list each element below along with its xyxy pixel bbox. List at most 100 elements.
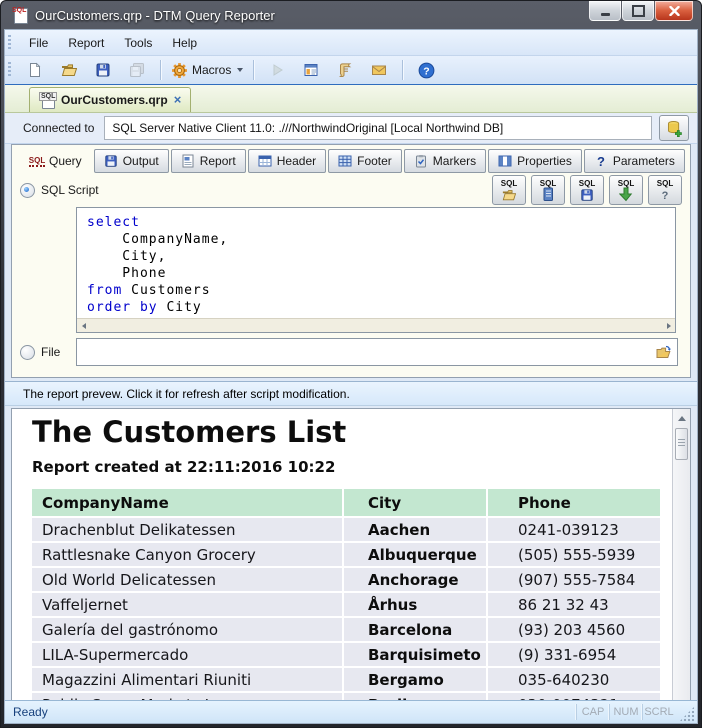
query-panel: SQLQueryOutputReportHeaderFooterMarkersP… [11, 144, 691, 378]
tab-header[interactable]: Header [248, 149, 326, 173]
arrow-down-icon [619, 188, 633, 202]
tab-parameters[interactable]: ?Parameters [584, 149, 685, 173]
menu-file[interactable]: File [19, 32, 58, 54]
sql-save-button[interactable]: SQL [570, 175, 604, 205]
code-line: from Customers [87, 282, 665, 299]
report-preview[interactable]: The Customers List Report created at 22:… [11, 408, 691, 718]
table-cell: Old World Delicatessen [32, 568, 342, 591]
table-cell: (907) 555-7584 [488, 568, 660, 591]
minimize-button[interactable] [589, 1, 621, 21]
browse-folder-icon [655, 344, 672, 361]
tab-report[interactable]: Report [171, 149, 246, 173]
sql-file-icon: SQL [39, 93, 55, 108]
question-gray-icon: ? [658, 188, 672, 202]
menu-report[interactable]: Report [58, 32, 114, 54]
scroll-right-icon[interactable] [662, 320, 675, 331]
document-tab[interactable]: SQL OurCustomers.qrp × [29, 87, 191, 112]
scroll-up-icon[interactable] [674, 411, 689, 426]
resize-grip[interactable] [679, 706, 695, 722]
preview-vscrollbar[interactable] [672, 409, 690, 717]
page-icon [27, 62, 44, 79]
svg-text:?: ? [423, 65, 429, 77]
tab-query[interactable]: SQLQuery [20, 149, 92, 173]
sql-script-radio[interactable]: SQL Script [20, 183, 99, 198]
keyboard-indicators: CAPNUMSCRL [576, 701, 675, 723]
table-cell: Anchorage [344, 568, 486, 591]
report-viewer-button[interactable] [295, 58, 327, 82]
file-radio[interactable]: File [20, 345, 76, 360]
table-cell: LILA-Supermercado [32, 643, 342, 666]
sql-insert-button[interactable]: SQL [609, 175, 643, 205]
run-button [261, 58, 293, 82]
tab-label: Query [49, 154, 82, 168]
table-cell: Drachenblut Delikatessen [32, 518, 342, 541]
table-cell: Albuquerque [344, 543, 486, 566]
floppy-icon [104, 154, 118, 168]
columns-icon [498, 154, 512, 168]
connection-label: Connected to [13, 121, 94, 135]
floppy-icon [580, 188, 594, 202]
connection-string-field[interactable]: SQL Server Native Client 11.0: .///North… [104, 116, 652, 140]
svg-text:?: ? [597, 154, 605, 169]
close-button[interactable] [655, 1, 693, 21]
database-add-icon [666, 120, 683, 137]
radio-unchecked-icon [20, 345, 35, 360]
tab-label: Output [123, 154, 159, 168]
indicator-num: NUM [609, 704, 642, 720]
app-window: SQL OurCustomers.qrp - DTM Query Reporte… [0, 0, 702, 728]
connect-button[interactable] [659, 115, 689, 141]
tab-output[interactable]: Output [94, 149, 169, 173]
query-panel-tabs: SQLQuery Output ReportHeaderFooter Markers P… [20, 149, 682, 173]
toolbar-separator [160, 60, 161, 80]
doc-blue-icon [541, 188, 555, 202]
menu-items: FileReportToolsHelp [19, 32, 207, 54]
save-button[interactable] [87, 58, 119, 82]
folder-open-icon [502, 188, 516, 202]
tab-close-icon[interactable]: × [174, 94, 182, 106]
envelope-icon [371, 62, 388, 79]
log-button[interactable] [329, 58, 361, 82]
table-cell: 0241-039123 [488, 518, 660, 541]
table-cell: Galería del gastrónomo [32, 618, 342, 641]
sql-editor[interactable]: select CompanyName, City, Phonefrom Cust… [76, 207, 676, 333]
sql-buttons: SQLSQLSQLSQLSQL? [492, 175, 682, 205]
folder-open-icon [61, 62, 78, 79]
tab-properties[interactable]: Properties [488, 149, 582, 173]
column-header: City [344, 489, 486, 516]
tab-markers[interactable]: Markers [404, 149, 486, 173]
toolbar-separator [253, 60, 254, 80]
menu-grip [8, 35, 11, 51]
menu-help[interactable]: Help [162, 32, 207, 54]
new-button[interactable] [19, 58, 51, 82]
editor-hscrollbar[interactable] [77, 318, 675, 332]
table-cell: 86 21 32 43 [488, 593, 660, 616]
svg-text:?: ? [662, 190, 669, 202]
sql-button-label: SQL [657, 179, 673, 188]
scrollbar-thumb[interactable] [675, 428, 688, 460]
info-text: The report prevew. Click it for refresh … [23, 387, 350, 401]
table-cell: 035-640230 [488, 668, 660, 691]
maximize-button[interactable] [622, 1, 654, 21]
sql-load-button[interactable]: SQL [492, 175, 526, 205]
clipboard-icon [414, 154, 428, 168]
menu-tools[interactable]: Tools [114, 32, 162, 54]
file-path-field[interactable] [76, 338, 678, 366]
sql-copy-button[interactable]: SQL [531, 175, 565, 205]
table-cell: Rattlesnake Canyon Grocery [32, 543, 342, 566]
code-line: City, [87, 248, 665, 265]
floppies-icon [129, 62, 146, 79]
send-mail-button[interactable] [363, 58, 395, 82]
scroll-left-icon[interactable] [77, 320, 90, 331]
macros-button[interactable]: Macros [168, 58, 246, 82]
browse-button[interactable] [651, 342, 675, 362]
help-button[interactable]: ? [410, 58, 442, 82]
tab-label: Markers [433, 154, 476, 168]
sql-script-label: SQL Script [41, 183, 99, 197]
tab-footer[interactable]: Footer [328, 149, 402, 173]
open-button[interactable] [53, 58, 85, 82]
code-line: CompanyName, [87, 231, 665, 248]
table-cell: Aachen [344, 518, 486, 541]
title-bar: SQL OurCustomers.qrp - DTM Query Reporte… [1, 1, 701, 29]
sql-help-button[interactable]: SQL? [648, 175, 682, 205]
save-all-button [121, 58, 153, 82]
